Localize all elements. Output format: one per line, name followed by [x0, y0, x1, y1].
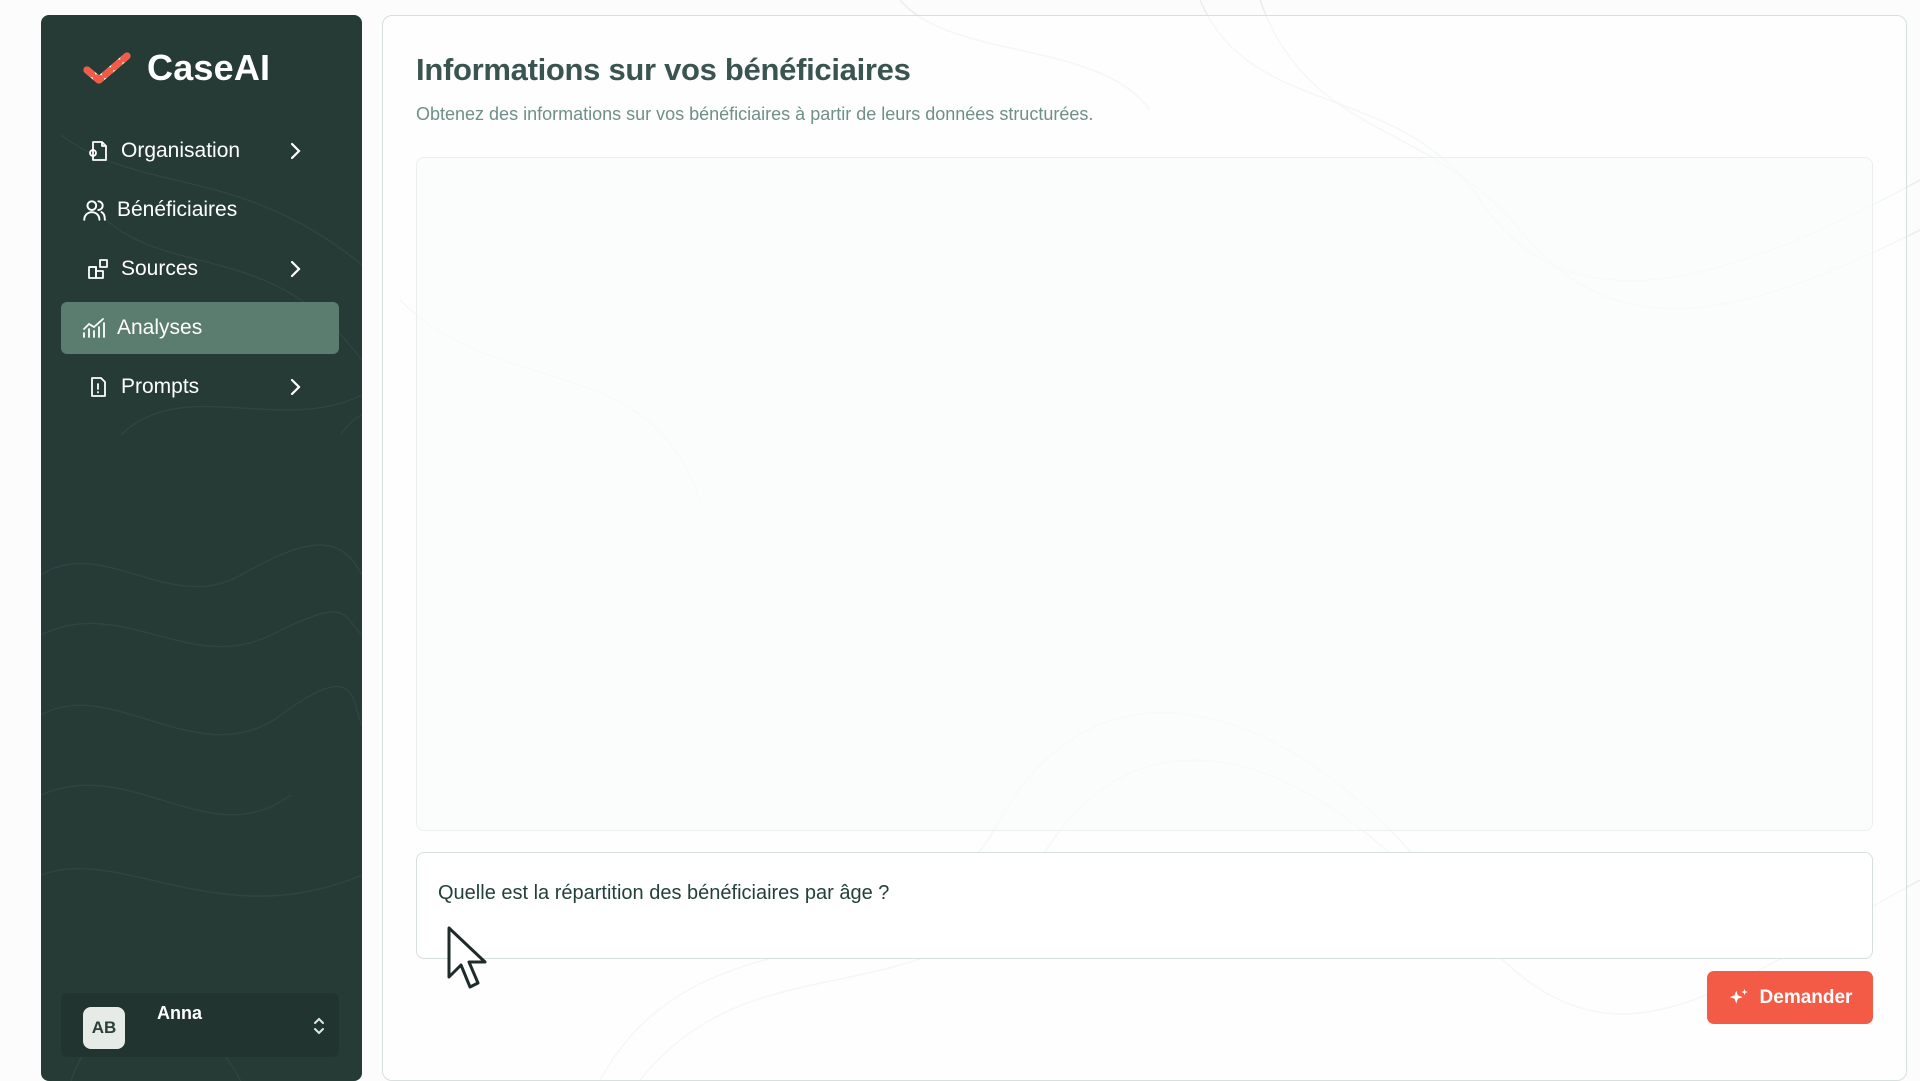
sparkles-icon: [1729, 988, 1748, 1003]
building-icon: [85, 138, 111, 164]
user-menu[interactable]: AB Anna: [61, 993, 339, 1057]
main-panel: Informations sur vos bénéficiaires Obten…: [382, 15, 1907, 1081]
chevron-up-down-icon: [314, 1017, 324, 1035]
sidebar-item-label: Analyses: [117, 316, 203, 339]
question-text: Quelle est la répartition des bénéficiai…: [438, 882, 890, 904]
page-subtitle: Obtenez des informations sur vos bénéfic…: [416, 104, 1094, 124]
sidebar-nav: Organisation Bénéficiaires Sources Analy…: [61, 125, 339, 420]
user-name: Anna: [157, 1003, 202, 1023]
sidebar-item-beneficiaires[interactable]: Bénéficiaires: [61, 184, 339, 236]
ask-button-label: Demander: [1759, 986, 1853, 1008]
results-panel: [416, 157, 1873, 831]
sidebar-item-label: Organisation: [121, 139, 241, 162]
chevron-right-icon: [290, 260, 301, 278]
sidebar-item-sources[interactable]: Sources: [61, 243, 339, 295]
sidebar-item-prompts[interactable]: Prompts: [61, 361, 339, 413]
users-icon: [81, 197, 107, 223]
brand[interactable]: CaseAI: [83, 47, 270, 89]
chevron-right-icon: [290, 378, 301, 396]
sidebar-item-organisation[interactable]: Organisation: [61, 125, 339, 177]
sidebar-item-label: Sources: [121, 257, 199, 280]
sidebar-item-label: Bénéficiaires: [117, 198, 238, 221]
sidebar-item-analyses[interactable]: Analyses: [61, 302, 339, 354]
sidebar-item-label: Prompts: [121, 375, 200, 398]
chart-icon: [81, 315, 107, 341]
chevron-right-icon: [290, 142, 301, 160]
page-title: Informations sur vos bénéficiaires: [416, 52, 911, 87]
app-name: CaseAI: [147, 47, 271, 88]
logo-check-icon: [83, 52, 131, 84]
avatar: AB: [83, 1007, 125, 1049]
question-input[interactable]: Quelle est la répartition des bénéficiai…: [416, 852, 1873, 959]
ask-button[interactable]: Demander: [1707, 971, 1873, 1024]
sidebar: CaseAI Organisation Bénéficiaires Source…: [41, 15, 362, 1081]
blocks-icon: [85, 256, 111, 282]
file-alert-icon: [85, 374, 111, 400]
